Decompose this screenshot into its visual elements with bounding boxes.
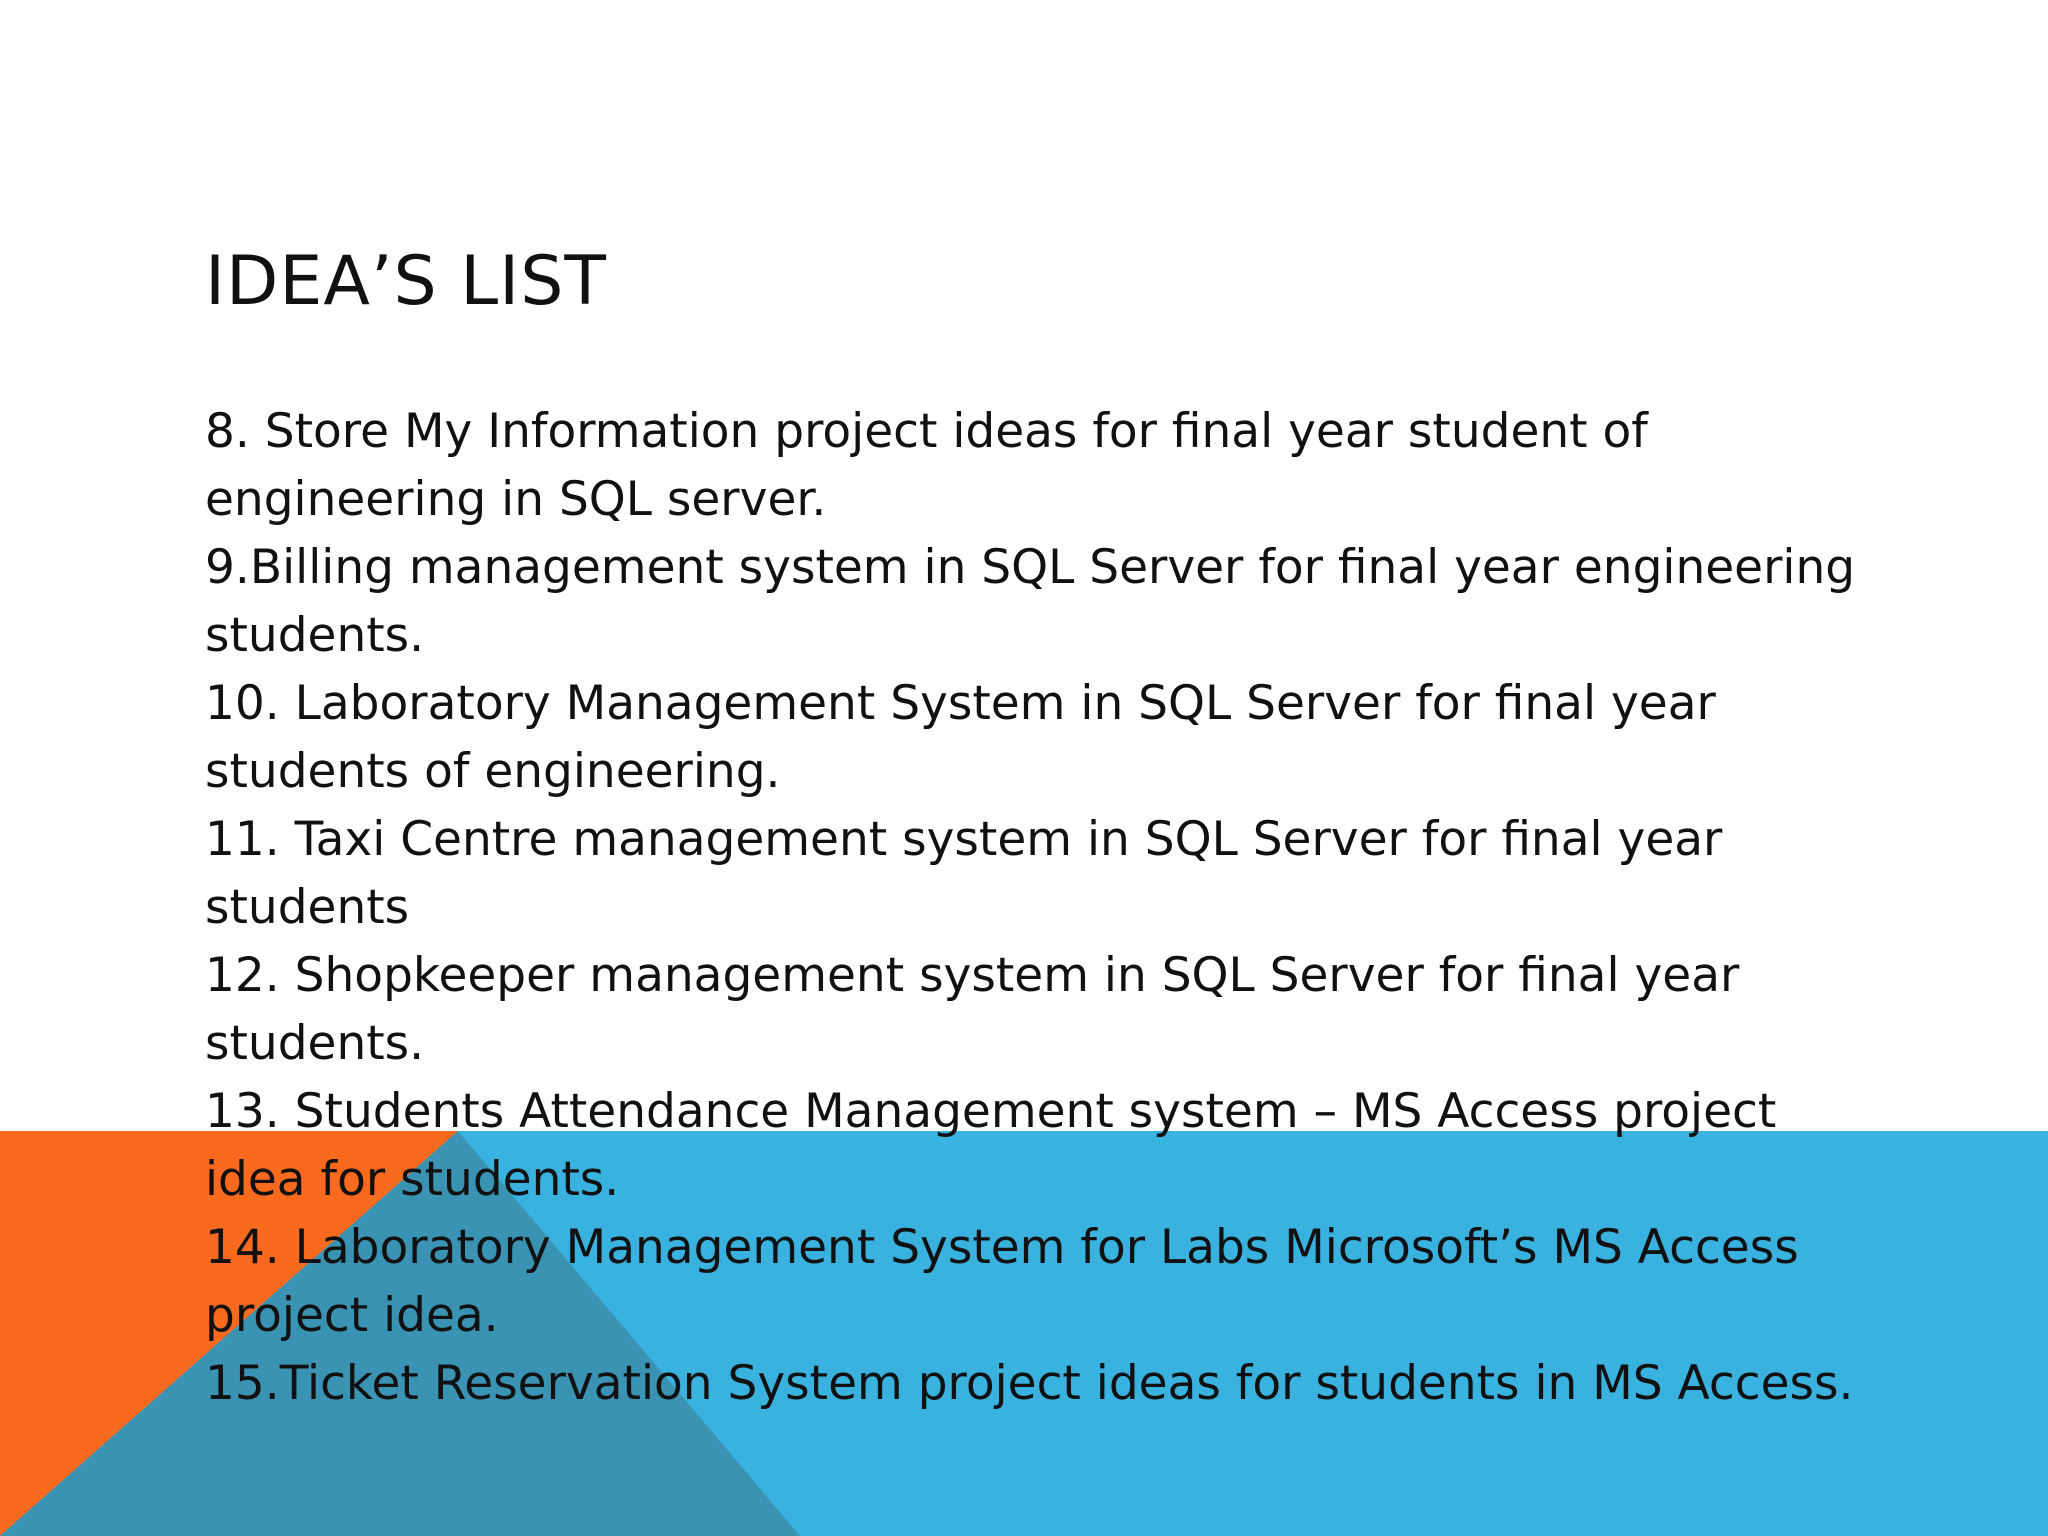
list-item: 13. Students Attendance Management syste…	[205, 1084, 1777, 1207]
list-item: 12. Shopkeeper management system in SQL …	[205, 948, 1740, 1071]
list-item: 10. Laboratory Management System in SQL …	[205, 676, 1716, 799]
idea-list: 8. Store My Information project ideas fo…	[205, 398, 1885, 1418]
list-item: 9.Billing management system in SQL Serve…	[205, 540, 1856, 663]
slide-title: IDEA’S LIST	[205, 242, 607, 321]
list-item: 14. Laboratory Management System for Lab…	[205, 1220, 1799, 1343]
list-item: 15.Ticket Reservation System project ide…	[205, 1356, 1854, 1411]
list-item: 8. Store My Information project ideas fo…	[205, 404, 1648, 527]
list-item: 11. Taxi Centre management system in SQL…	[205, 812, 1723, 935]
slide: IDEA’S LIST 8. Store My Information proj…	[0, 0, 2048, 1536]
